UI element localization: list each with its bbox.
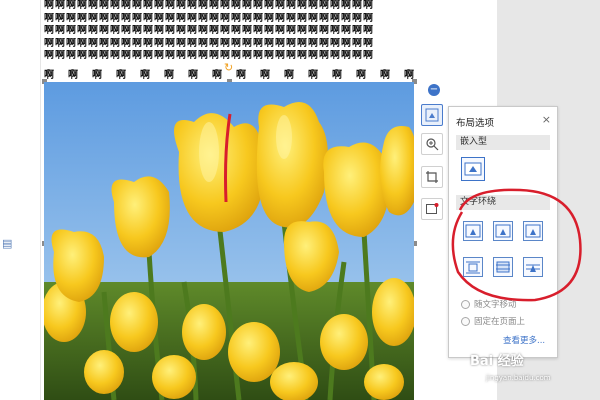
wrap-through-option[interactable]	[523, 221, 543, 241]
zoom-in-icon	[426, 138, 439, 151]
text-line: 啊啊啊啊啊啊啊啊啊啊啊啊啊啊啊啊啊啊啊啊啊啊啊啊啊啊啊啊啊啊	[44, 12, 374, 24]
wrap-in-front-option[interactable]	[523, 257, 543, 277]
text-char: 啊	[332, 70, 342, 81]
watermark-url: jingyan.baidu.com	[486, 374, 551, 382]
text-char: 啊	[212, 70, 222, 81]
see-more-link[interactable]: 查看更多...	[503, 334, 545, 346]
radio-button[interactable]	[461, 299, 470, 309]
text-line: 啊啊啊啊啊啊啊啊啊啊啊啊啊啊啊啊啊啊啊啊啊啊啊啊啊啊啊啊啊啊	[44, 25, 374, 36]
text-char: 啊	[116, 70, 126, 81]
text-line: 啊啊啊啊啊啊啊啊啊啊啊啊啊啊啊啊啊啊啊啊啊啊啊啊啊啊啊啊啊啊	[44, 0, 374, 11]
left-margin: ▤	[0, 0, 41, 400]
inline-layout-icon	[464, 162, 482, 176]
move-with-text-option[interactable]: 随文字移动	[461, 298, 517, 310]
text-char: 啊	[188, 70, 198, 81]
text-char: 啊	[284, 70, 294, 81]
wrap-square-icon	[465, 224, 481, 238]
text-char: 啊	[236, 70, 246, 81]
wrap-in-front-icon	[526, 264, 540, 272]
wrap-top-bottom-icon	[466, 261, 480, 274]
panel-title: 布局选项	[456, 118, 495, 129]
inline-section-header: 嵌入型	[456, 135, 550, 150]
rotate-handle-icon[interactable]: ↻	[224, 62, 236, 74]
text-char: 啊	[92, 70, 102, 81]
crop-icon	[426, 171, 438, 183]
tulip-photo-graphic	[44, 82, 414, 400]
radio-label: 固定在页面上	[474, 317, 526, 327]
wrap-through-icon	[525, 224, 541, 238]
text-char: 啊	[164, 70, 174, 81]
radio-button[interactable]	[461, 316, 470, 326]
text-char: 啊	[380, 70, 390, 81]
wrap-tight-option[interactable]	[493, 221, 513, 241]
close-icon[interactable]: ×	[542, 113, 551, 126]
inline-option[interactable]	[461, 157, 485, 181]
wrap-square-option[interactable]	[463, 221, 483, 241]
text-line: 啊啊啊啊啊啊啊啊啊啊啊啊啊啊啊啊啊啊啊啊啊啊啊啊啊啊啊啊啊啊	[44, 37, 374, 49]
text-char: 啊	[404, 70, 414, 81]
text-char: 啊	[356, 70, 366, 81]
wrap-top-bottom-option[interactable]	[463, 257, 483, 277]
border-button[interactable]	[421, 198, 443, 220]
tulip-photo[interactable]	[44, 82, 414, 400]
fixed-on-page-option[interactable]: 固定在页面上	[461, 315, 525, 327]
wrap-behind-text-icon	[496, 261, 510, 273]
text-char: 啊	[44, 70, 54, 81]
layout-options-panel: 布局选项 × 嵌入型 文字环绕 随文字移动 固定在页面上 查看更多...	[448, 106, 558, 358]
document-icon[interactable]: ▤	[2, 238, 12, 250]
baidu-watermark: Bai 经验	[470, 354, 524, 369]
text-char: 啊	[68, 70, 78, 81]
minus-circle-icon[interactable]: −	[428, 84, 440, 96]
text-char: 啊	[260, 70, 270, 81]
wrap-behind-text-option[interactable]	[493, 257, 513, 277]
text-char: 啊	[308, 70, 318, 81]
text-char: 啊	[140, 70, 150, 81]
border-icon	[426, 203, 439, 214]
layout-options-icon	[425, 108, 439, 122]
crop-button[interactable]	[421, 166, 443, 188]
zoom-button[interactable]	[421, 133, 443, 155]
layout-options-button[interactable]	[421, 104, 443, 126]
wrap-tight-icon	[495, 224, 511, 238]
wrap-section-header: 文字环绕	[456, 195, 550, 210]
radio-label: 随文字移动	[474, 300, 517, 310]
